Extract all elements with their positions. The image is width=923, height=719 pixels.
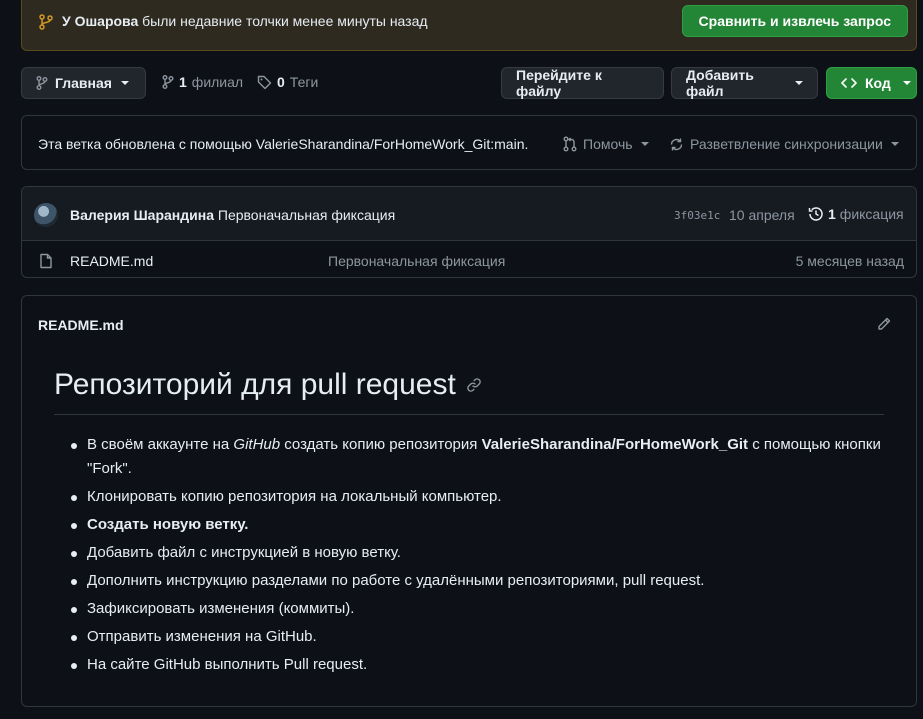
readme-list: В своём аккаунте на GitHub создать копию… <box>71 433 887 681</box>
readme-panel: README.md Репозиторий для pull request В… <box>21 295 917 707</box>
sync-status-text: Эта ветка обновлена с помощью ValerieSha… <box>38 136 529 152</box>
readme-heading-text: Репозиторий для pull request <box>54 368 456 401</box>
file-browser: Валерия Шарандина Первоначальная фиксаци… <box>21 186 917 278</box>
avatar[interactable] <box>34 203 58 227</box>
sync-fork-button[interactable]: Разветвление синхронизации <box>669 136 899 152</box>
code-label: Код <box>865 75 891 91</box>
branch-icon <box>39 14 53 30</box>
add-file-label: Добавить файл <box>686 67 754 99</box>
heading-divider <box>54 414 884 415</box>
commit-count-label: фиксация <box>839 206 904 222</box>
history-icon <box>808 206 824 222</box>
file-icon <box>39 253 53 269</box>
chevron-down-icon <box>640 142 649 146</box>
list-item: В своём аккаунте на GitHub создать копию… <box>71 433 887 481</box>
edit-pencil-icon[interactable] <box>876 316 892 332</box>
branch-label: Главная <box>55 75 112 91</box>
chevron-down-icon <box>120 81 129 85</box>
contribute-button[interactable]: Помочь <box>563 136 649 152</box>
list-item: Зафиксировать изменения (коммиты). <box>71 597 887 621</box>
compare-pull-request-button[interactable]: Сравнить и извлечь запрос <box>681 5 908 37</box>
sync-icon <box>669 137 684 152</box>
chevron-down-icon <box>890 142 899 146</box>
branches-link[interactable]: 1 филиал <box>162 74 243 90</box>
code-icon <box>841 77 857 89</box>
sync-fork-label: Разветвление синхронизации <box>690 136 883 152</box>
chevron-down-icon <box>795 81 803 85</box>
add-file-button[interactable]: Добавить файл <box>671 67 818 99</box>
commit-history-link[interactable]: 1 фиксация <box>808 206 904 222</box>
commit-author[interactable]: Валерия Шарандина <box>70 207 214 223</box>
tags-label: Теги <box>289 74 319 90</box>
list-item: Дополнить инструкцию разделами по работе… <box>71 569 887 593</box>
branch-icon <box>36 76 48 90</box>
list-item: Добавить файл с инструкцией в новую ветк… <box>71 541 887 565</box>
list-item: Клонировать копию репозитория на локальн… <box>71 485 887 509</box>
list-item: Отправить изменения на GitHub. <box>71 625 887 649</box>
pull-request-icon <box>563 136 577 152</box>
readme-filename[interactable]: README.md <box>38 317 124 333</box>
go-to-file-button[interactable]: Перейдите к файлу <box>501 67 664 99</box>
chevron-down-icon <box>902 81 911 85</box>
file-commit-age: 5 месяцев назад <box>795 253 904 269</box>
anchor-link-icon[interactable] <box>466 377 482 393</box>
contribute-label: Помочь <box>583 136 633 152</box>
file-row[interactable]: README.md Первоначальная фиксация 5 меся… <box>22 242 916 277</box>
commit-date: 10 апреля <box>729 207 795 223</box>
commit-sha[interactable]: 3f03e1c <box>674 209 720 222</box>
commit-count: 1 <box>828 206 836 222</box>
list-item: На сайте GitHub выполнить Pull request. <box>71 653 887 677</box>
branch-select-button[interactable]: Главная <box>21 67 146 99</box>
commit-message[interactable]: Первоначальная фиксация <box>218 207 395 223</box>
tag-icon <box>257 75 272 90</box>
code-button[interactable]: Код <box>826 67 917 99</box>
file-commit-message[interactable]: Первоначальная фиксация <box>328 253 505 269</box>
branches-count: 1 <box>179 74 187 90</box>
branch-sync-status: Эта ветка обновлена с помощью ValerieSha… <box>21 115 917 170</box>
latest-commit-bar: Валерия Шарандина Первоначальная фиксаци… <box>22 187 916 241</box>
tags-link[interactable]: 0 Теги <box>257 74 318 90</box>
branches-label: филиал <box>191 74 244 90</box>
push-banner: У Ошарова были недавние толчки менее мин… <box>21 0 917 51</box>
latest-commit: Валерия Шарандина Первоначальная фиксаци… <box>70 207 395 223</box>
tags-count: 0 <box>277 74 285 90</box>
file-name[interactable]: README.md <box>70 253 153 269</box>
readme-heading: Репозиторий для pull request <box>54 368 482 402</box>
banner-text: У Ошарова были недавние толчки менее мин… <box>62 13 428 29</box>
branch-icon <box>162 75 174 89</box>
list-item: Создать новую ветку. <box>71 513 887 537</box>
